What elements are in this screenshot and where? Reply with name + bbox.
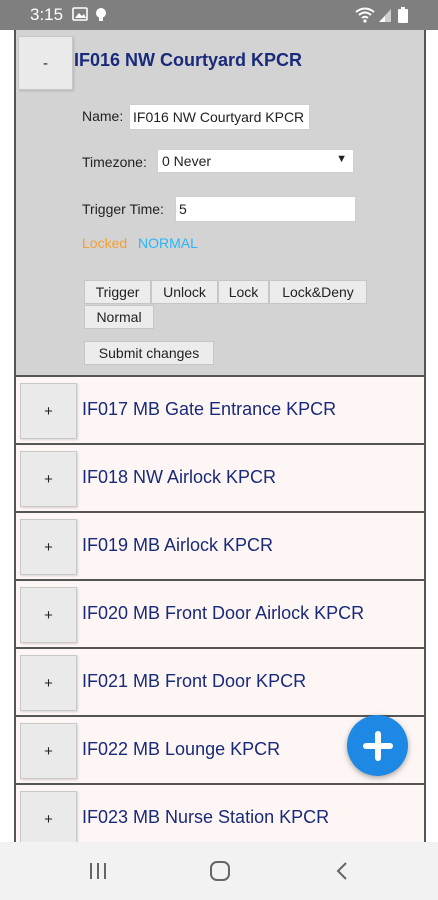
status-bar: 3:15 bbox=[0, 0, 438, 30]
lightbulb-icon bbox=[95, 7, 107, 28]
expand-button[interactable]: + bbox=[20, 519, 77, 575]
navigation-bar bbox=[0, 842, 438, 900]
status-time: 3:15 bbox=[30, 5, 64, 24]
image-icon bbox=[72, 7, 88, 26]
timezone-value: 0 Never bbox=[162, 153, 212, 169]
trigger-time-label: Trigger Time: bbox=[82, 201, 164, 217]
lock-status: Locked bbox=[82, 235, 128, 251]
door-title: IF016 NW Courtyard KPCR bbox=[74, 50, 303, 70]
door-row-title[interactable]: IF023 MB Nurse Station KPCR bbox=[82, 807, 329, 828]
lock-button[interactable]: Lock bbox=[218, 280, 269, 304]
door-row-title[interactable]: IF017 MB Gate Entrance KPCR bbox=[82, 399, 336, 420]
expanded-door-panel: - IF016 NW Courtyard KPCR Name: IF016 NW… bbox=[16, 30, 424, 377]
recent-apps-icon[interactable] bbox=[78, 856, 118, 886]
trigger-time-input[interactable]: 5 bbox=[175, 196, 356, 222]
door-row-title[interactable]: IF022 MB Lounge KPCR bbox=[82, 739, 280, 760]
door-row-title[interactable]: IF020 MB Front Door Airlock KPCR bbox=[82, 603, 364, 624]
wifi-icon bbox=[355, 7, 375, 28]
signal-icon bbox=[378, 7, 392, 28]
trigger-button[interactable]: Trigger bbox=[84, 280, 151, 304]
home-icon[interactable] bbox=[200, 856, 240, 886]
dropdown-arrow-icon: ▼ bbox=[336, 153, 347, 165]
expand-button[interactable]: + bbox=[20, 723, 77, 779]
expand-button[interactable]: + bbox=[20, 791, 77, 842]
expand-button[interactable]: + bbox=[20, 655, 77, 711]
expand-button[interactable]: + bbox=[20, 383, 77, 439]
plus-icon bbox=[362, 730, 393, 761]
collapse-button[interactable]: - bbox=[18, 36, 73, 90]
name-label: Name: bbox=[82, 108, 124, 124]
door-row[interactable]: + IF021 MB Front Door KPCR bbox=[16, 649, 424, 717]
timezone-label: Timezone: bbox=[82, 154, 147, 170]
add-door-button[interactable] bbox=[347, 715, 408, 776]
door-row-title[interactable]: IF018 NW Airlock KPCR bbox=[82, 467, 276, 488]
door-row[interactable]: + IF020 MB Front Door Airlock KPCR bbox=[16, 581, 424, 649]
expand-button[interactable]: + bbox=[20, 451, 77, 507]
unlock-button[interactable]: Unlock bbox=[151, 280, 218, 304]
submit-changes-button[interactable]: Submit changes bbox=[84, 341, 214, 365]
back-icon[interactable] bbox=[322, 856, 362, 886]
door-row-title[interactable]: IF021 MB Front Door KPCR bbox=[82, 671, 306, 692]
name-input[interactable]: IF016 NW Courtyard KPCR bbox=[129, 104, 310, 130]
lock-deny-button[interactable]: Lock&Deny bbox=[269, 280, 367, 304]
normal-button[interactable]: Normal bbox=[84, 305, 154, 329]
battery-icon bbox=[398, 7, 408, 28]
door-row[interactable]: + IF018 NW Airlock KPCR bbox=[16, 445, 424, 513]
door-row[interactable]: + IF023 MB Nurse Station KPCR bbox=[16, 785, 424, 842]
mode-status: NORMAL bbox=[138, 235, 198, 251]
door-row[interactable]: + IF017 MB Gate Entrance KPCR bbox=[16, 377, 424, 445]
timezone-select[interactable]: 0 Never ▼ bbox=[157, 149, 354, 173]
door-row[interactable]: + IF019 MB Airlock KPCR bbox=[16, 513, 424, 581]
door-row-title[interactable]: IF019 MB Airlock KPCR bbox=[82, 535, 273, 556]
expand-button[interactable]: + bbox=[20, 587, 77, 643]
